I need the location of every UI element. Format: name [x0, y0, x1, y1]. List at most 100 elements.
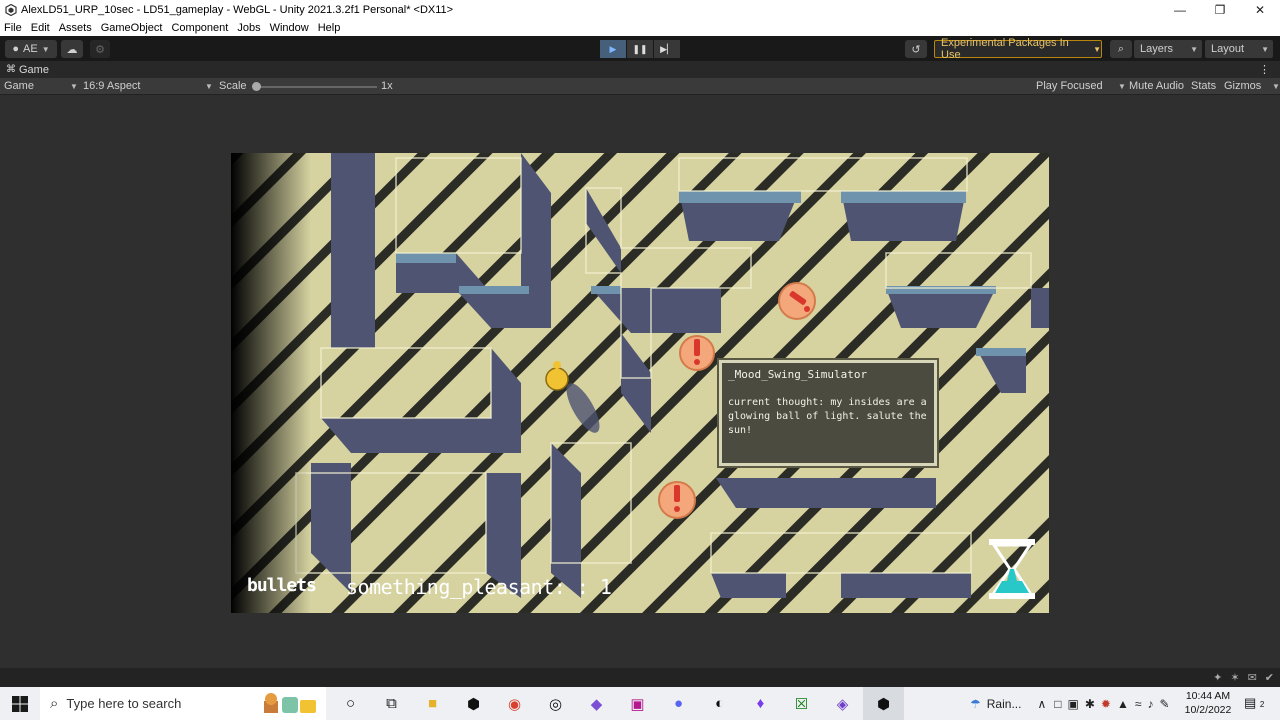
system-tray: ☂ Rain... ∧ □ ▣ ✱ ✹ ▲ ≈ ♪ ✎ — [970, 687, 1170, 720]
start-button[interactable] — [0, 687, 40, 720]
account-dropdown[interactable]: ● AE ▼ — [5, 40, 57, 58]
check-icon[interactable]: ✔ — [1265, 671, 1274, 684]
wall-top — [976, 348, 1026, 356]
unity-editor-button[interactable]: ⬢ — [863, 687, 904, 720]
wifi-icon[interactable]: ≈ — [1135, 697, 1142, 711]
obs-like-app-button[interactable]: ▣ — [617, 687, 658, 720]
display-dropdown[interactable]: Game ▼ — [4, 80, 78, 92]
window-title: AlexLD51_URP_10sec - LD51_gameplay - Web… — [21, 3, 454, 16]
progress-icon[interactable]: ✉ — [1248, 671, 1257, 684]
exclamation-dot — [804, 306, 810, 312]
mute-audio-toggle[interactable]: Mute Audio — [1129, 80, 1184, 92]
app-tray-icon[interactable]: ✹ — [1101, 697, 1111, 711]
wall-top — [396, 253, 456, 263]
minimize-button[interactable]: — — [1160, 0, 1200, 19]
tab-menu-icon[interactable]: ⋮ — [1259, 63, 1270, 76]
file-explorer-button[interactable]: ■ — [412, 687, 453, 720]
collab-button[interactable]: ⚙ — [90, 40, 110, 58]
discord-icon: ● — [673, 695, 684, 712]
chrome-icon: ◉ — [507, 695, 522, 713]
menu-component[interactable]: Component — [171, 22, 228, 34]
network-icon[interactable]: ▲ — [1117, 697, 1129, 711]
notification-button[interactable]: ▤ 2 — [1244, 695, 1264, 711]
player-head — [553, 361, 561, 369]
scale-slider-handle[interactable] — [252, 82, 261, 91]
menu-window[interactable]: Window — [270, 22, 309, 34]
cloud-button[interactable]: ☁ — [61, 40, 83, 58]
menu-assets[interactable]: Assets — [59, 22, 92, 34]
chrome-button[interactable]: ◉ — [494, 687, 535, 720]
tab-game[interactable]: Game — [19, 64, 49, 76]
task-view-button[interactable]: ⧉ — [371, 687, 412, 720]
chevron-down-icon: ▼ — [1190, 44, 1198, 54]
experimental-packages-dropdown[interactable]: Experimental Packages In Use ▼ — [934, 37, 1102, 61]
game-viewport[interactable]: _Mood_Swing_Simulator current thought: m… — [231, 153, 1049, 613]
bluetooth-icon[interactable]: ✱ — [1085, 697, 1095, 711]
search-button[interactable]: ⌕ — [1110, 40, 1132, 58]
wall-top — [841, 191, 966, 203]
layers-dropdown[interactable]: Layers ▼ — [1134, 40, 1202, 58]
steam-button[interactable]: ◎ — [535, 687, 576, 720]
volume-icon[interactable]: ♪ — [1147, 697, 1153, 711]
display-label: Game — [4, 80, 34, 92]
chevron-up-icon[interactable]: ∧ — [1037, 697, 1046, 711]
gizmos-dropdown[interactable]: Gizmos ▼ — [1224, 80, 1280, 92]
layout-dropdown[interactable]: Layout ▼ — [1205, 40, 1273, 58]
collab-gear-icon: ⚙ — [95, 43, 105, 56]
unity-hub-button[interactable]: ⬢ — [453, 687, 494, 720]
taskbar-search[interactable]: ⌕ Type here to search — [40, 687, 326, 720]
obs-button[interactable]: ◐ — [699, 687, 740, 720]
github-button[interactable]: ◈ — [822, 687, 863, 720]
stats-toggle[interactable]: Stats — [1191, 80, 1216, 92]
player-character — [545, 367, 569, 391]
play-button[interactable]: ▶ — [600, 40, 626, 58]
obsidian-button[interactable]: ♦ — [740, 687, 781, 720]
display-icon[interactable]: ▣ — [1068, 697, 1079, 711]
wall-top — [591, 286, 621, 294]
history-button[interactable]: ↺ — [905, 40, 927, 58]
menu-file[interactable]: File — [4, 22, 22, 34]
pause-button[interactable]: ❚❚ — [627, 40, 653, 58]
step-button[interactable]: ▶▏ — [654, 40, 680, 58]
exclamation-icon — [694, 339, 700, 356]
experimental-label: Experimental Packages In Use — [941, 37, 1069, 61]
taskbar-clock[interactable]: 10:44 AM 10/2/2022 — [1180, 689, 1236, 717]
chevron-down-icon: ▼ — [70, 81, 78, 91]
pen-icon[interactable]: ✎ — [1159, 697, 1169, 711]
enemy-alert-1 — [679, 335, 715, 371]
menu-jobs[interactable]: Jobs — [237, 22, 260, 34]
menu-edit[interactable]: Edit — [31, 22, 50, 34]
task-view-icon: ⧉ — [386, 695, 397, 712]
game-tab-header: ⌘ Game ⋮ — [0, 61, 1280, 78]
weapon-label: bullets — [247, 575, 317, 596]
device-icon[interactable]: □ — [1054, 697, 1061, 711]
wall-top — [886, 286, 996, 294]
thought-dialog: _Mood_Swing_Simulator current thought: m… — [719, 360, 937, 466]
step-icon: ▶▏ — [660, 43, 674, 54]
bug-icon[interactable]: ✦ — [1213, 671, 1222, 684]
wall — [321, 418, 521, 453]
cortana-button[interactable]: ○ — [330, 687, 371, 720]
cloud-icon: ☁ — [66, 43, 78, 56]
playback-controls: ▶ ❚❚ ▶▏ — [600, 40, 681, 58]
enemy-alert-3 — [658, 481, 696, 519]
search-icon: ⌕ — [1117, 42, 1125, 55]
visual-studio-button[interactable]: ◆ — [576, 687, 617, 720]
scale-slider-track[interactable] — [255, 86, 377, 88]
play-focused-dropdown[interactable]: Play Focused ▼ — [1036, 80, 1126, 92]
network-icon[interactable]: ✶ — [1230, 671, 1239, 684]
aspect-label: 16:9 Aspect — [83, 80, 141, 92]
account-label: AE — [23, 43, 38, 55]
menu-gameobject[interactable]: GameObject — [101, 22, 163, 34]
close-button[interactable]: ✕ — [1240, 0, 1280, 19]
xbox-icon: ☒ — [794, 695, 809, 713]
maximize-button[interactable]: ❐ — [1200, 0, 1240, 19]
chevron-down-icon: ▼ — [1261, 44, 1269, 54]
chevron-down-icon: ▼ — [41, 44, 50, 54]
weather-label[interactable]: Rain... — [987, 697, 1022, 711]
unity-icon: ⬢ — [876, 695, 891, 713]
aspect-dropdown[interactable]: 16:9 Aspect ▼ — [83, 80, 213, 92]
discord-button[interactable]: ● — [658, 687, 699, 720]
menu-help[interactable]: Help — [318, 22, 341, 34]
xbox-button[interactable]: ☒ — [781, 687, 822, 720]
